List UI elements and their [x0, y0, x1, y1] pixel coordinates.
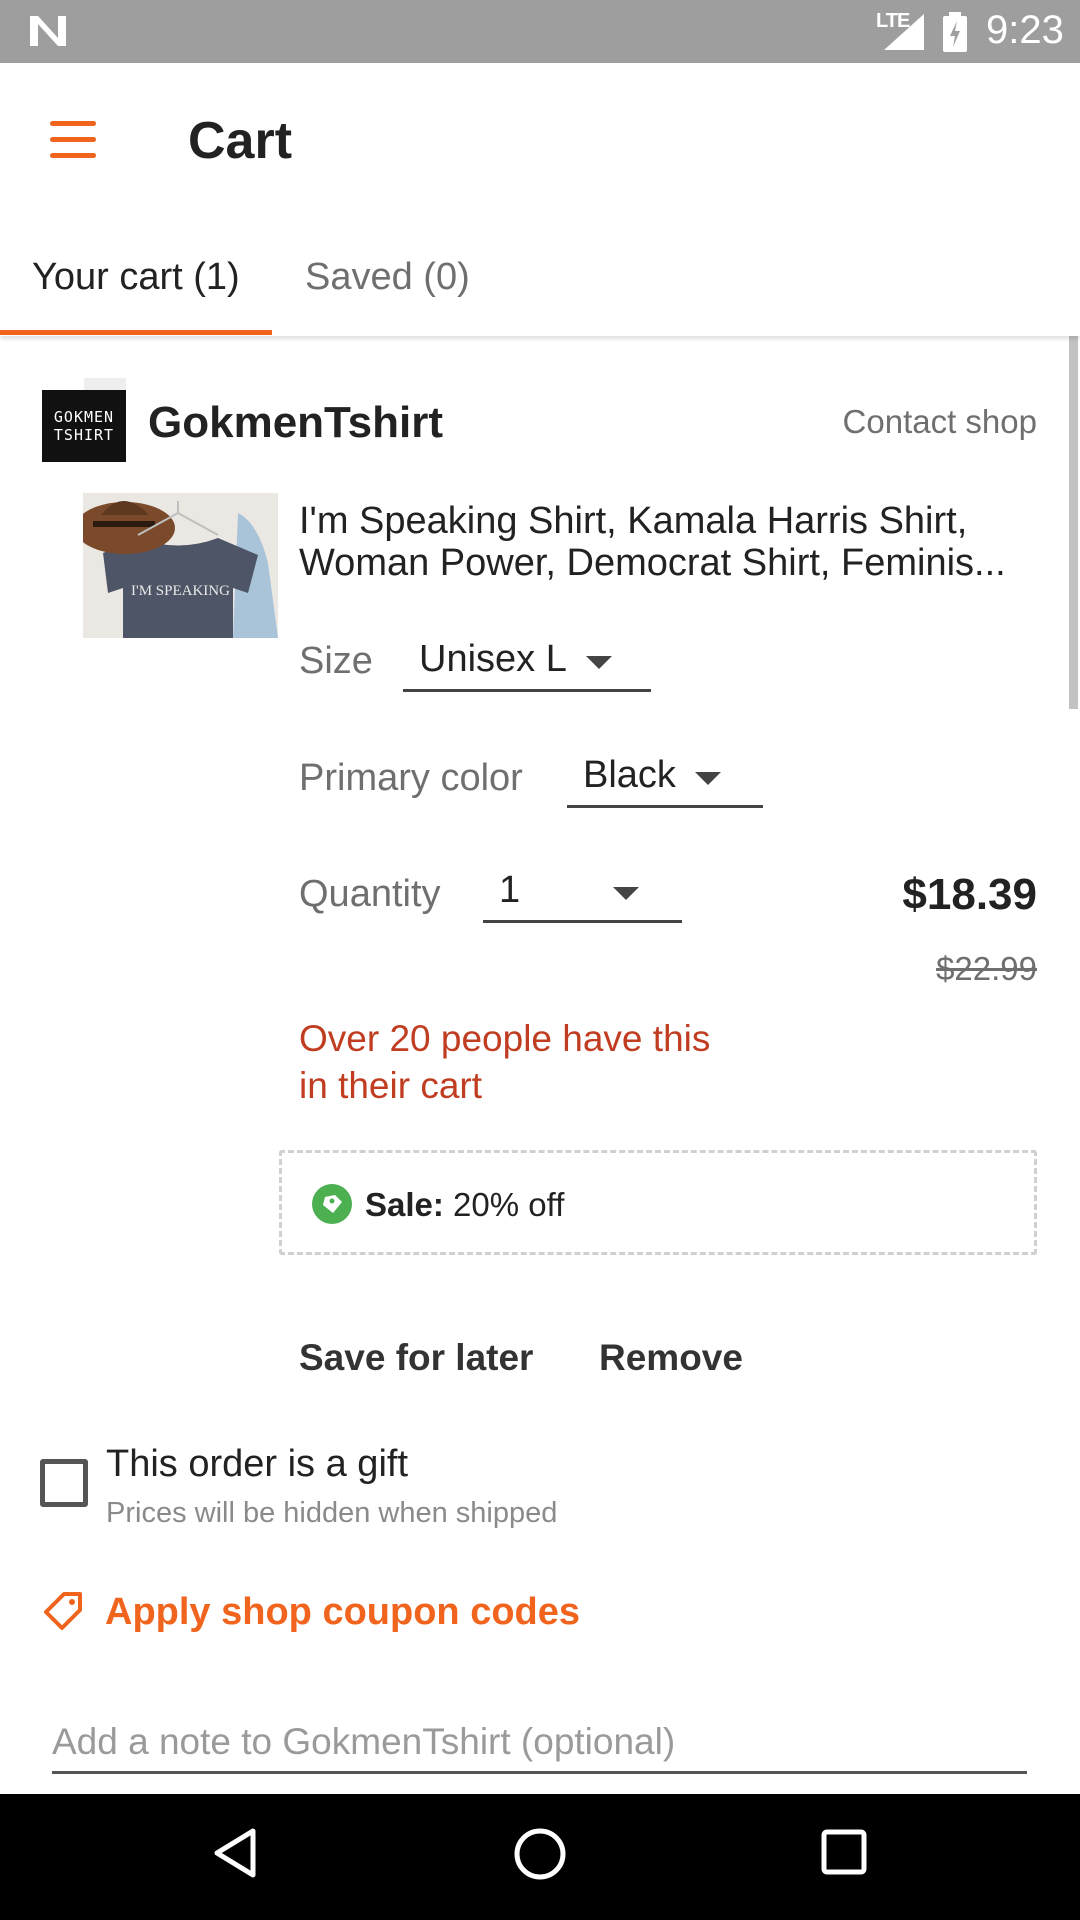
- signal-icon: [884, 14, 924, 50]
- product-title-line2: Woman Power, Democrat Shirt, Feminis...: [299, 542, 1006, 584]
- sale-box: Sale: 20% off: [279, 1150, 1037, 1255]
- scrollbar[interactable]: [1069, 336, 1078, 709]
- coupon-tag-icon[interactable]: [42, 1590, 84, 1632]
- sale-value: 20% off: [453, 1186, 565, 1223]
- gift-sublabel: Prices will be hidden when shipped: [106, 1497, 558, 1529]
- system-nav-bar: [0, 1794, 1080, 1920]
- demand-notice-line1: Over 20 people have this: [299, 1018, 711, 1059]
- clock: 9:23: [986, 8, 1064, 52]
- sale-text: Sale: 20% off: [365, 1186, 564, 1224]
- gift-label[interactable]: This order is a gift: [106, 1443, 408, 1486]
- n-logo-icon: [30, 16, 66, 46]
- product-title-line1: I'm Speaking Shirt, Kamala Harris Shirt,: [299, 500, 968, 542]
- chevron-down-icon: [613, 887, 639, 900]
- primary-color-dropdown[interactable]: Black: [567, 746, 763, 808]
- recents-icon[interactable]: [820, 1827, 868, 1877]
- shop-name[interactable]: GokmenTshirt: [148, 398, 443, 448]
- tab-your-cart[interactable]: Your cart (1): [32, 256, 240, 299]
- back-icon[interactable]: [213, 1827, 259, 1879]
- demand-notice: Over 20 people have this in their cart: [299, 1015, 799, 1109]
- quantity-label: Quantity: [299, 873, 441, 915]
- size-label: Size: [299, 640, 373, 682]
- product-image[interactable]: I'M SPEAKING: [83, 493, 278, 638]
- app-bar: Cart: [0, 63, 1080, 218]
- battery-charging-icon: [943, 12, 967, 52]
- tab-saved[interactable]: Saved (0): [305, 256, 470, 299]
- product-image-text: I'M SPEAKING: [131, 583, 230, 599]
- home-icon[interactable]: [513, 1827, 567, 1881]
- status-bar: LTE 9:23: [0, 0, 1080, 63]
- size-dropdown[interactable]: Unisex L: [403, 630, 651, 692]
- sale-tag-icon: [312, 1184, 352, 1224]
- gift-checkbox[interactable]: [40, 1459, 88, 1507]
- sale-label: Sale:: [365, 1186, 444, 1223]
- chevron-down-icon: [586, 656, 612, 669]
- contact-shop-link[interactable]: Contact shop: [843, 403, 1037, 441]
- demand-notice-line2: in their cart: [299, 1065, 483, 1106]
- apply-coupon-link[interactable]: Apply shop coupon codes: [105, 1591, 580, 1634]
- product-title[interactable]: I'm Speaking Shirt, Kamala Harris Shirt,…: [299, 500, 1044, 584]
- save-for-later-button[interactable]: Save for later: [299, 1337, 533, 1379]
- shop-note-input[interactable]: [52, 1718, 1027, 1774]
- quantity-dropdown[interactable]: 1: [483, 861, 682, 923]
- shop-logo[interactable]: GOKMEN TSHIRT: [42, 390, 126, 462]
- shop-logo-line2: TSHIRT: [53, 426, 115, 444]
- quantity-value: 1: [499, 869, 521, 911]
- tshirt-photo: I'M SPEAKING: [83, 493, 278, 638]
- shop-logo-tab: [84, 378, 126, 390]
- size-value: Unisex L: [419, 638, 567, 680]
- primary-color-label: Primary color: [299, 757, 523, 799]
- shop-logo-line1: GOKMEN: [53, 408, 115, 426]
- item-price: $18.39: [902, 870, 1037, 919]
- active-tab-indicator: [0, 330, 272, 335]
- item-original-price: $22.99: [936, 950, 1037, 987]
- tab-bar: Your cart (1) Saved (0): [0, 218, 1080, 336]
- page-title: Cart: [188, 112, 293, 170]
- hamburger-menu-icon[interactable]: [40, 113, 106, 169]
- primary-color-value: Black: [583, 754, 676, 796]
- chevron-down-icon: [695, 772, 721, 785]
- remove-button[interactable]: Remove: [599, 1337, 743, 1379]
